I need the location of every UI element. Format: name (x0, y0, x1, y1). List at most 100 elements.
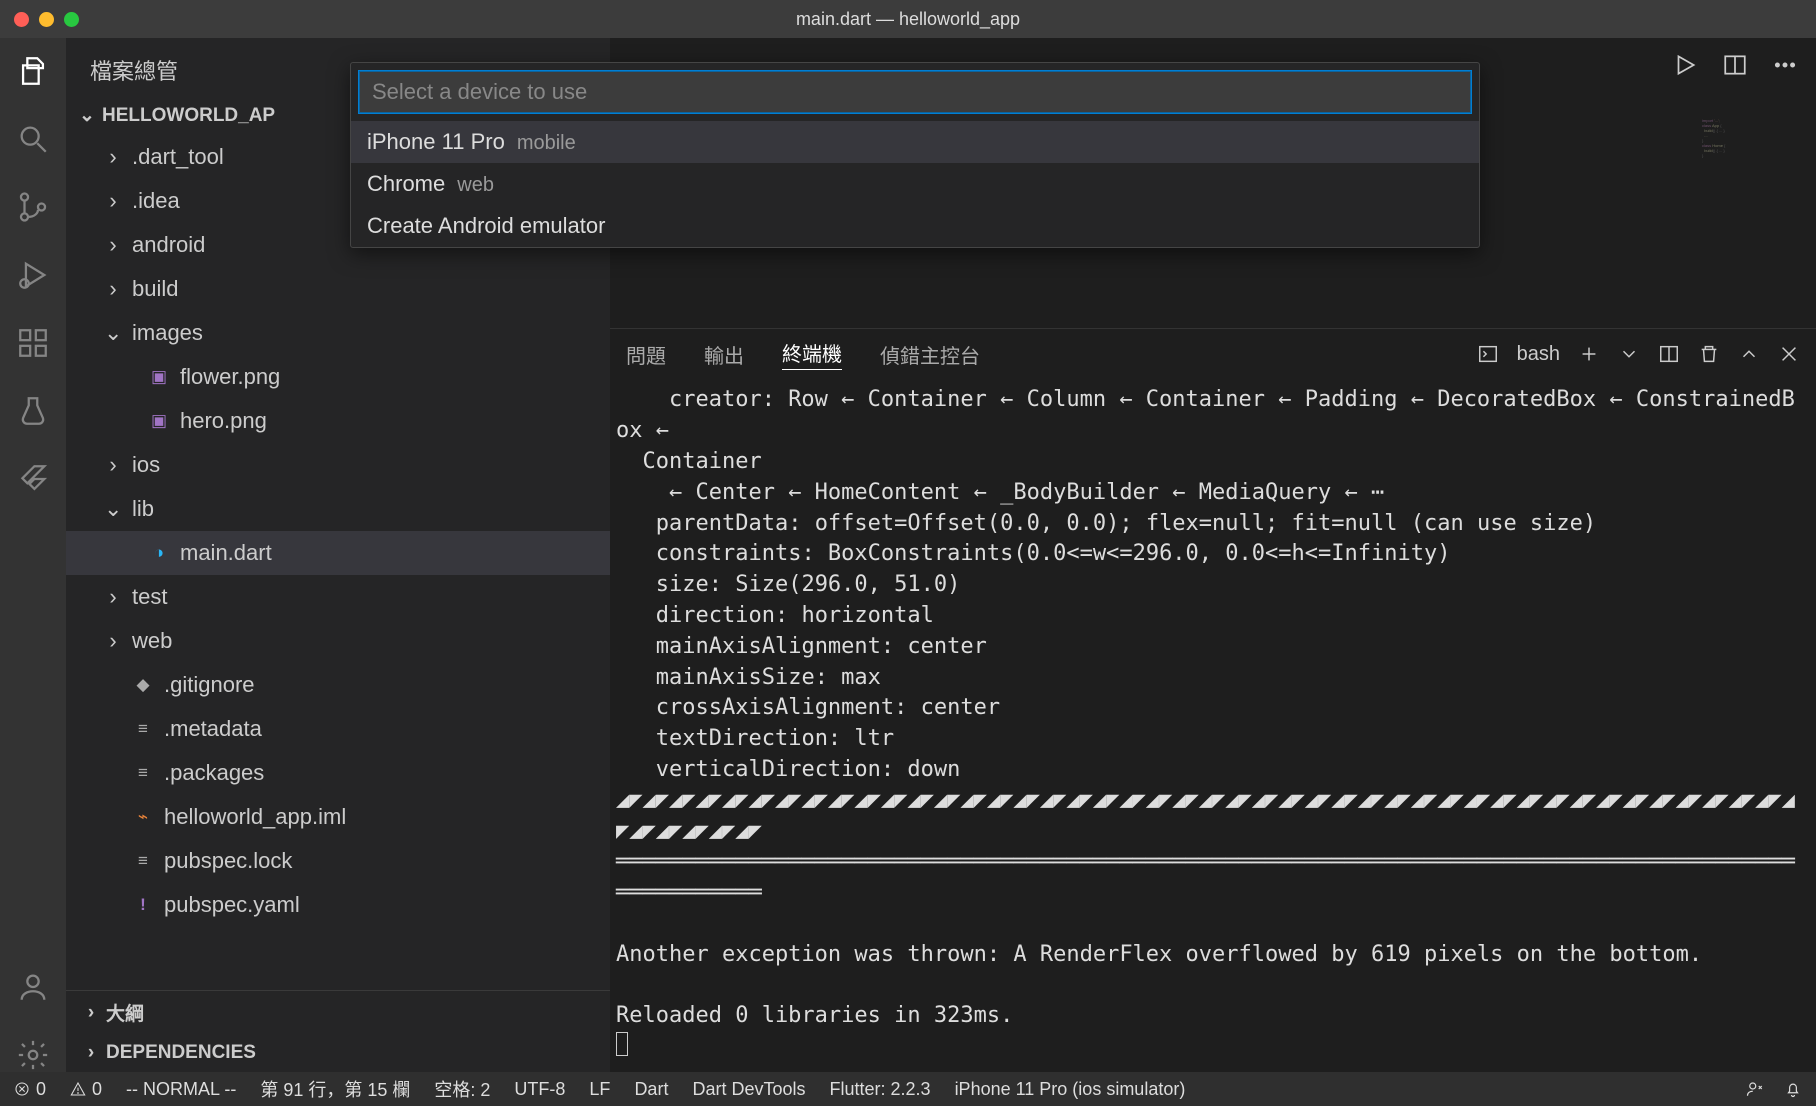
split-terminal-icon[interactable] (1658, 343, 1680, 365)
device-option-hint: mobile (517, 132, 576, 155)
file-icon: ≡ (132, 762, 154, 784)
new-terminal-icon[interactable] (1578, 343, 1600, 365)
tree-item-label: ios (132, 452, 160, 478)
device-picker: iPhone 11 PromobileChromeweb Create Andro… (350, 62, 1480, 248)
chevron-down-icon: ⌄ (104, 320, 122, 346)
device-option-label: Create Android emulator (367, 213, 605, 239)
file-icon: ⌁ (132, 806, 154, 828)
trash-icon[interactable] (1698, 343, 1720, 365)
status-flutter[interactable]: Flutter: 2.2.3 (830, 1079, 931, 1100)
chevron-right-icon: › (104, 584, 122, 610)
tab-output[interactable]: 輸出 (704, 340, 744, 369)
tree-item-label: build (132, 276, 178, 302)
file-icon: ▣ (148, 410, 170, 432)
terminal-shell-icon[interactable] (1477, 343, 1499, 365)
extensions-icon[interactable] (16, 326, 50, 360)
bell-icon[interactable] (1784, 1080, 1802, 1098)
file-row[interactable]: ! pubspec.yaml (66, 883, 610, 927)
chevron-right-icon: › (104, 628, 122, 654)
status-devtools[interactable]: Dart DevTools (692, 1079, 805, 1100)
file-icon: ◑ (148, 542, 170, 564)
dependencies-label: DEPENDENCIES (106, 1042, 256, 1064)
tree-item-label: pubspec.lock (164, 848, 292, 874)
folder-row[interactable]: › build (66, 267, 610, 311)
titlebar: main.dart — helloworld_app (0, 0, 1816, 38)
source-control-icon[interactable] (16, 190, 50, 224)
close-icon[interactable] (1778, 343, 1800, 365)
status-device[interactable]: iPhone 11 Pro (ios simulator) (955, 1079, 1186, 1100)
feedback-icon[interactable] (1746, 1080, 1764, 1098)
tab-debug-console[interactable]: 偵錯主控台 (880, 340, 980, 369)
terminal-output[interactable]: creator: Row ← Container ← Column ← Cont… (610, 379, 1816, 1072)
file-icon: ≡ (132, 850, 154, 872)
dependencies-section[interactable]: › DEPENDENCIES (66, 1034, 610, 1072)
minimize-window-button[interactable] (39, 12, 54, 27)
chevron-down-icon: ⌄ (78, 104, 96, 127)
device-option[interactable]: iPhone 11 Promobile (351, 121, 1479, 163)
status-eol[interactable]: LF (589, 1079, 610, 1100)
chevron-right-icon: › (104, 144, 122, 170)
explorer-icon[interactable] (16, 54, 50, 88)
folder-row[interactable]: › test (66, 575, 610, 619)
chevron-right-icon: › (82, 1002, 100, 1024)
device-picker-input[interactable] (359, 71, 1471, 113)
file-row[interactable]: ◑main.dart (66, 531, 610, 575)
maximize-window-button[interactable] (64, 12, 79, 27)
device-picker-list: iPhone 11 PromobileChromeweb Create Andro… (351, 121, 1479, 247)
device-option[interactable]: Create Android emulator (351, 205, 1479, 247)
tree-item-label: pubspec.yaml (164, 892, 300, 918)
outline-section[interactable]: › 大綱 (66, 991, 610, 1034)
device-option[interactable]: Chromeweb (351, 163, 1479, 205)
tab-problems[interactable]: 問題 (626, 340, 666, 369)
chevron-right-icon: › (104, 276, 122, 302)
activity-bar (0, 38, 66, 1072)
tab-terminal[interactable]: 終端機 (782, 338, 842, 370)
search-icon[interactable] (16, 122, 50, 156)
file-icon: ◆ (132, 674, 154, 696)
terminal-text: creator: Row ← Container ← Column ← Cont… (616, 387, 1795, 1028)
testing-icon[interactable] (16, 394, 50, 428)
file-row[interactable]: ≡.packages (66, 751, 610, 795)
folder-row[interactable]: ⌄images (66, 311, 610, 355)
status-bar: 0 0 -- NORMAL -- 第 91 行，第 15 欄 空格: 2 UTF… (0, 1072, 1816, 1106)
tree-item-label: hero.png (180, 408, 267, 434)
file-row[interactable]: ≡.metadata (66, 707, 610, 751)
close-window-button[interactable] (14, 12, 29, 27)
file-icon: ! (132, 894, 154, 916)
chevron-right-icon: › (104, 232, 122, 258)
file-row[interactable]: ▣flower.png (66, 355, 610, 399)
run-debug-icon[interactable] (16, 258, 50, 292)
more-icon[interactable] (1772, 52, 1798, 78)
chevron-down-icon[interactable] (1618, 343, 1640, 365)
folder-row[interactable]: › web (66, 619, 610, 663)
account-icon[interactable] (16, 970, 50, 1004)
folder-row[interactable]: ›ios (66, 443, 610, 487)
minimap[interactable]: import '...'; class App { build() { ... … (1702, 118, 1812, 268)
status-language[interactable]: Dart (634, 1079, 668, 1100)
file-row[interactable]: ⌁helloworld_app.iml (66, 795, 610, 839)
file-tree: ›.dart_tool›.idea›android›build⌄images▣f… (66, 135, 610, 927)
tree-item-label: flower.png (180, 364, 280, 390)
settings-gear-icon[interactable] (16, 1038, 50, 1072)
tree-item-label: .idea (132, 188, 180, 214)
status-encoding[interactable]: UTF-8 (514, 1079, 565, 1100)
status-cursor-position[interactable]: 第 91 行，第 15 欄 (260, 1076, 410, 1102)
file-row[interactable]: ≡ pubspec.lock (66, 839, 610, 883)
split-editor-icon[interactable] (1722, 52, 1748, 78)
status-warnings[interactable]: 0 (70, 1079, 102, 1100)
flutter-icon[interactable] (16, 462, 50, 496)
folder-row[interactable]: ⌄lib (66, 487, 610, 531)
status-errors[interactable]: 0 (14, 1079, 46, 1100)
tree-item-label: web (132, 628, 172, 654)
file-row[interactable]: ▣ hero.png (66, 399, 610, 443)
tree-item-label: .metadata (164, 716, 262, 742)
file-row[interactable]: ◆.gitignore (66, 663, 610, 707)
window-controls (14, 12, 79, 27)
tree-item-label: test (132, 584, 167, 610)
status-vim-mode[interactable]: -- NORMAL -- (126, 1079, 236, 1100)
chevron-up-icon[interactable] (1738, 343, 1760, 365)
status-indentation[interactable]: 空格: 2 (434, 1076, 490, 1102)
outline-label: 大綱 (106, 999, 144, 1026)
shell-name[interactable]: bash (1517, 343, 1560, 366)
run-icon[interactable] (1672, 52, 1698, 78)
